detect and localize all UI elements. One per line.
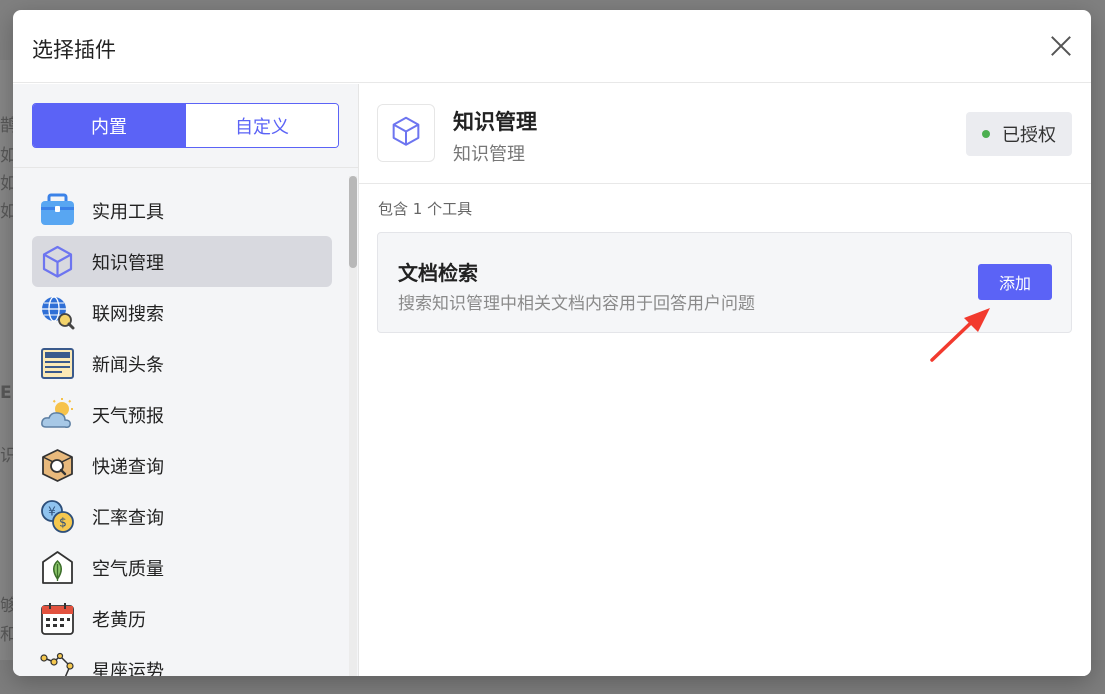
- divider: [13, 167, 358, 168]
- plugin-detail-header: 知识管理 知识管理 已授权: [359, 84, 1091, 184]
- plugin-detail-title: 知识管理: [453, 110, 537, 134]
- toolbox-icon: [40, 193, 75, 228]
- plugin-label: 知识管理: [92, 252, 164, 274]
- authorized-label: 已授权: [1002, 125, 1056, 146]
- cube-icon: [40, 244, 75, 279]
- plugin-item-knowledge[interactable]: 知识管理: [32, 236, 332, 287]
- background-text: E: [0, 383, 12, 403]
- plugin-sidebar: 内置 自定义 实用工具 知识管理 联网搜索 新闻头条 天气预报 快递查询 ¥ $…: [13, 84, 359, 676]
- plugin-item-exchange-rate[interactable]: ¥ $ 汇率查询: [32, 491, 332, 542]
- tab-custom[interactable]: 自定义: [185, 104, 338, 147]
- plugin-item-utilities[interactable]: 实用工具: [32, 185, 332, 236]
- calendar-icon: [40, 601, 75, 636]
- tool-card: 文档检索 搜索知识管理中相关文档内容用于回答用户问题 添加: [377, 232, 1072, 333]
- tab-builtin[interactable]: 内置: [33, 104, 185, 147]
- plugin-label: 老黄历: [92, 609, 146, 631]
- plugin-item-air-quality[interactable]: 空气质量: [32, 542, 332, 593]
- status-dot-icon: [982, 130, 990, 138]
- air-quality-icon: [40, 550, 75, 585]
- authorized-badge: 已授权: [966, 112, 1072, 156]
- plugin-item-almanac[interactable]: 老黄历: [32, 593, 332, 644]
- plugin-item-news[interactable]: 新闻头条: [32, 338, 332, 389]
- plugin-item-horoscope[interactable]: 星座运势: [32, 644, 332, 676]
- tools-count: 包含 1 个工具: [378, 200, 473, 218]
- plugin-label: 汇率查询: [92, 507, 164, 529]
- sidebar-scrollbar[interactable]: [349, 176, 357, 676]
- scrollbar-thumb[interactable]: [349, 176, 357, 268]
- plugin-detail-subtitle: 知识管理: [453, 144, 525, 165]
- weather-icon: [40, 397, 75, 432]
- cube-icon: [390, 115, 422, 151]
- plugin-label: 空气质量: [92, 558, 164, 580]
- currency-exchange-icon: ¥ $: [40, 499, 75, 534]
- package-search-icon: [40, 448, 75, 483]
- svg-text:$: $: [59, 516, 67, 530]
- plugin-item-express[interactable]: 快递查询: [32, 440, 332, 491]
- globe-search-icon: [40, 295, 75, 330]
- dialog-header: 选择插件: [13, 10, 1091, 83]
- plugin-detail-panel: 知识管理 知识管理 已授权 包含 1 个工具 文档检索 搜索知识管理中相关文档内…: [359, 84, 1091, 676]
- close-icon[interactable]: [1047, 32, 1075, 60]
- plugin-label: 新闻头条: [92, 354, 164, 376]
- plugin-label: 天气预报: [92, 405, 164, 427]
- plugin-label: 快递查询: [92, 456, 164, 478]
- tool-name: 文档检索: [398, 261, 478, 285]
- plugin-list: 实用工具 知识管理 联网搜索 新闻头条 天气预报 快递查询 ¥ $ 汇率查询 空…: [32, 185, 332, 676]
- add-tool-button[interactable]: 添加: [978, 264, 1052, 300]
- plugin-select-dialog: 选择插件 内置 自定义 实用工具 知识管理 联网搜索 新闻头条 天气预报 快递查…: [13, 10, 1091, 676]
- plugin-item-weather[interactable]: 天气预报: [32, 389, 332, 440]
- plugin-label: 实用工具: [92, 201, 164, 223]
- plugin-label: 联网搜索: [92, 303, 164, 325]
- plugin-label: 星座运势: [92, 660, 164, 677]
- plugin-item-web-search[interactable]: 联网搜索: [32, 287, 332, 338]
- plugin-detail-icon: [377, 104, 435, 162]
- constellation-icon: [40, 652, 75, 676]
- dialog-title: 选择插件: [32, 38, 116, 62]
- tool-description: 搜索知识管理中相关文档内容用于回答用户问题: [398, 294, 755, 314]
- plugin-source-tabs: 内置 自定义: [32, 103, 339, 148]
- newspaper-icon: [40, 346, 75, 381]
